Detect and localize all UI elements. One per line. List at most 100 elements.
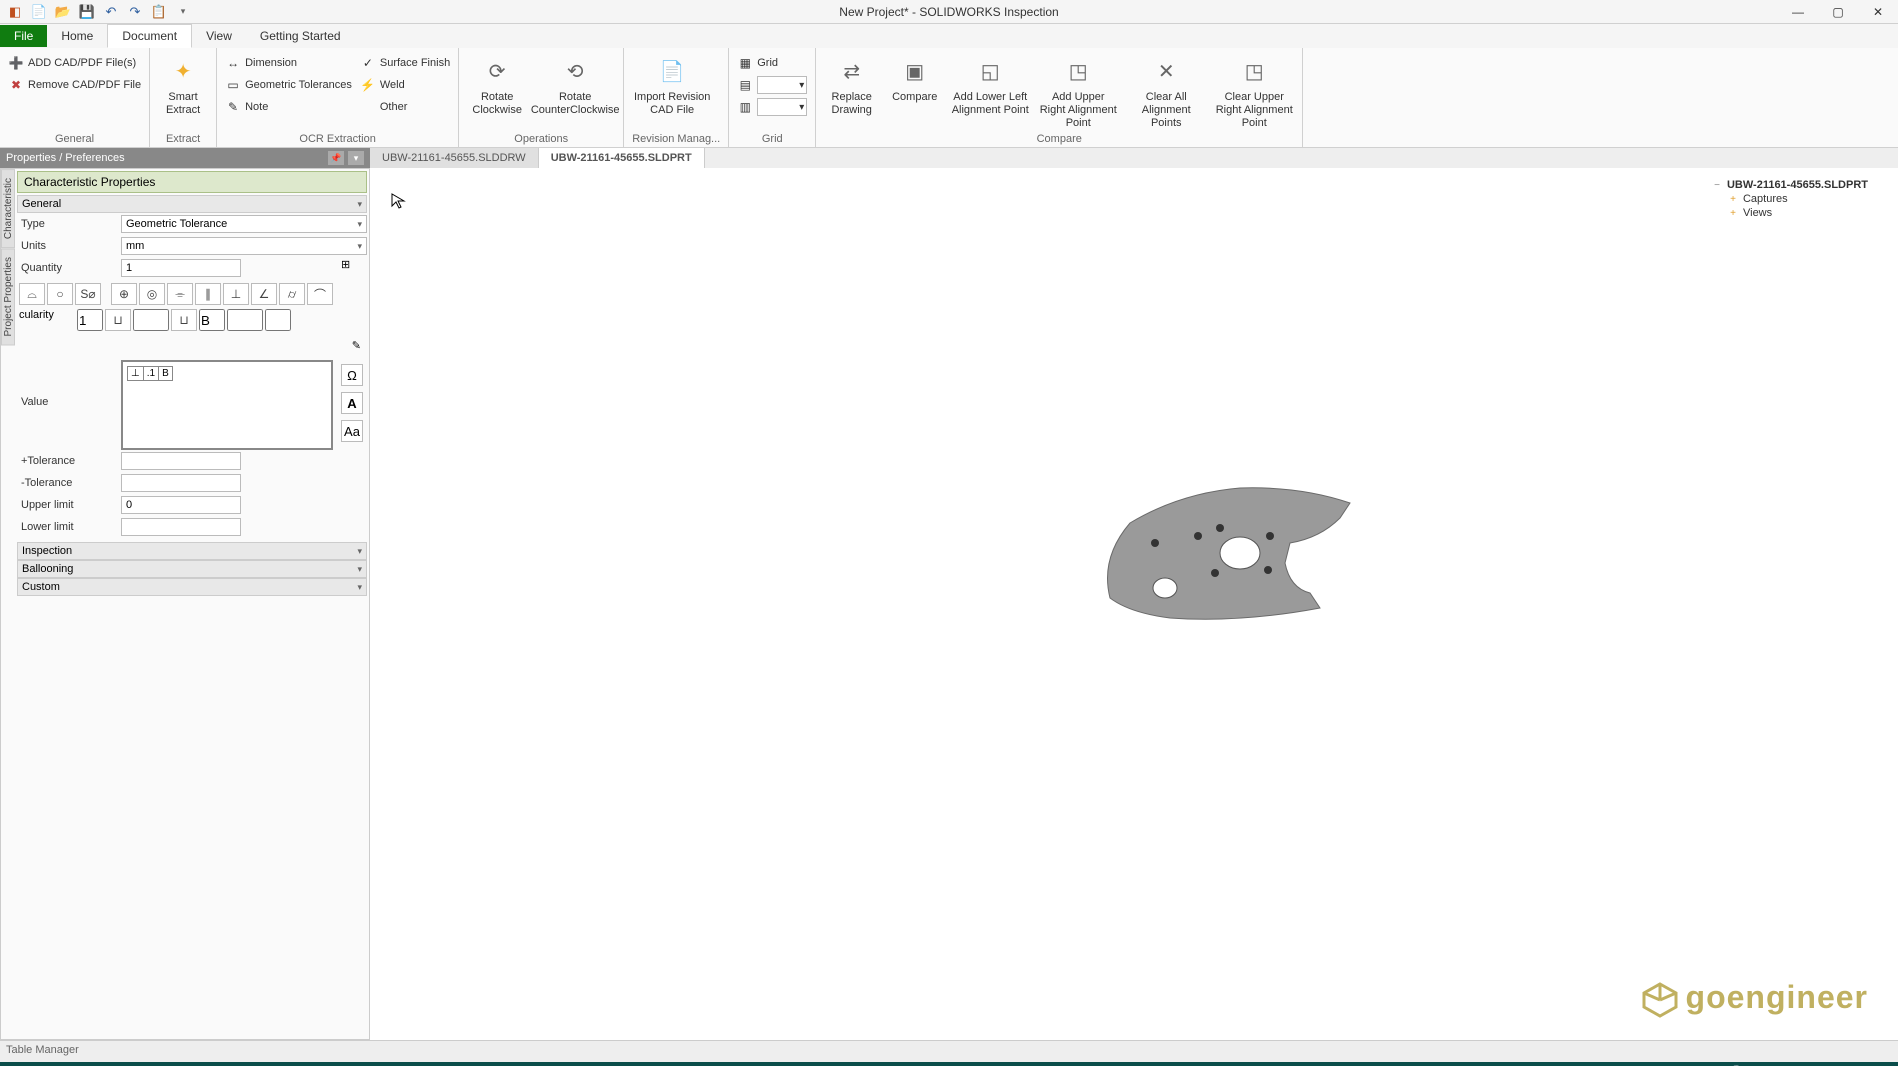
add-file-icon: ➕ — [8, 55, 24, 71]
minus-tol-input[interactable] — [121, 474, 241, 492]
section-custom[interactable]: Custom — [17, 578, 367, 596]
ocr-weld-button[interactable]: ⚡Weld — [360, 75, 450, 95]
table-manager-tab[interactable]: Table Manager — [6, 1044, 79, 1056]
viewport-canvas[interactable]: −UBW-21161-45655.SLDPRT +Captures +Views — [370, 168, 1898, 1040]
ocr-surface-button[interactable]: ✓Surface Finish — [360, 53, 450, 73]
section-inspection[interactable]: Inspection — [17, 542, 367, 560]
doc-tab-1[interactable]: UBW-21161-45655.SLDDRW — [370, 148, 539, 168]
tree-views[interactable]: +Views — [1711, 206, 1868, 220]
dock-pin-icon[interactable]: 📌 — [328, 151, 344, 165]
gdt-circularity-icon[interactable]: ○ — [47, 283, 73, 305]
gdt-symmetry-icon[interactable]: ⌯ — [167, 283, 193, 305]
new-icon[interactable]: 📄 — [30, 3, 48, 21]
close-button[interactable]: ✕ — [1858, 0, 1898, 24]
ocr-other-button[interactable]: Other — [360, 97, 450, 117]
gdt-straightness-icon[interactable]: S⌀ — [75, 283, 101, 305]
redo-icon[interactable]: ↷ — [126, 3, 144, 21]
menu-home[interactable]: Home — [47, 25, 107, 47]
clear-all-button[interactable]: ✕Clear All Alignment Points — [1126, 53, 1206, 131]
tree-captures[interactable]: +Captures — [1711, 192, 1868, 206]
undo-icon[interactable]: ↶ — [102, 3, 120, 21]
qat-dropdown-icon[interactable]: ▾ — [174, 3, 192, 21]
quantity-tool-icon[interactable]: ⊞ — [341, 258, 367, 278]
paste-icon[interactable]: 📋 — [150, 3, 168, 21]
compare-button[interactable]: ▣Compare — [887, 53, 942, 104]
ocr-geotol-button[interactable]: ▭Geometric Tolerances — [225, 75, 352, 95]
plus-tol-label: +Tolerance — [17, 455, 117, 467]
gdt-edit-icon[interactable]: ✎ — [352, 339, 361, 352]
plus-tol-input[interactable] — [121, 452, 241, 470]
menu-view[interactable]: View — [192, 25, 246, 47]
replace-drawing-button[interactable]: ⇄Replace Drawing — [824, 53, 879, 117]
menu-file[interactable]: File — [0, 25, 47, 47]
gdt-datum2-input[interactable] — [199, 309, 225, 331]
doc-tab-2[interactable]: UBW-21161-45655.SLDPRT — [539, 148, 705, 168]
ruler-v-icon: ▥ — [737, 99, 753, 115]
ruler-icon: ▤ — [737, 77, 753, 93]
ribbon-group-ocr: ↔Dimension ▭Geometric Tolerances ✎Note ✓… — [217, 48, 459, 147]
add-ll-button[interactable]: ◱Add Lower Left Alignment Point — [950, 53, 1030, 117]
gdt-position-icon[interactable]: ⊕ — [111, 283, 137, 305]
section-general[interactable]: General — [17, 195, 367, 213]
side-tab-characteristic[interactable]: Characteristic — [1, 169, 15, 248]
lower-limit-input[interactable] — [121, 518, 241, 536]
side-tab-project[interactable]: Project Properties — [1, 248, 15, 345]
gdt-tol-input[interactable] — [77, 309, 103, 331]
add-ur-button[interactable]: ◳Add Upper Right Alignment Point — [1038, 53, 1118, 131]
dock-title: Properties / Preferences — [6, 152, 125, 164]
maximize-button[interactable]: ▢ — [1818, 0, 1858, 24]
menu-document[interactable]: Document — [107, 24, 192, 48]
grid-combo-2[interactable]: ▥▾ — [737, 97, 807, 117]
feature-tree: −UBW-21161-45655.SLDPRT +Captures +Views — [1711, 178, 1868, 220]
gdt-concentric-icon[interactable]: ◎ — [139, 283, 165, 305]
save-icon[interactable]: 💾 — [78, 3, 96, 21]
ribbon-group-compare: ⇄Replace Drawing ▣Compare ◱Add Lower Lef… — [816, 48, 1303, 147]
minimize-button[interactable]: — — [1778, 0, 1818, 24]
clear-ur-icon: ◳ — [1238, 56, 1270, 88]
gdt-profile-icon[interactable]: ⌒ — [307, 283, 333, 305]
gdt-symbol-row: ⌓ ○ S⌀ ⊕ ◎ ⌯ ∥ ⊥ ∠ ⌭ ⌒ — [17, 279, 367, 309]
import-revision-button[interactable]: 📄Import Revision CAD File — [632, 53, 712, 117]
ocr-dimension-button[interactable]: ↔Dimension — [225, 53, 352, 73]
case-icon[interactable]: Aa — [341, 420, 363, 442]
ll-point-icon: ◱ — [974, 56, 1006, 88]
grid-combo-1[interactable]: ▤▾ — [737, 75, 807, 95]
value-textarea[interactable]: ⊥ .1 B — [121, 360, 333, 450]
rotate-cw-button[interactable]: ⟳Rotate Clockwise — [467, 53, 527, 117]
gdt-perpendicular-icon[interactable]: ⊥ — [223, 283, 249, 305]
gdt-datum3-input[interactable] — [227, 309, 263, 331]
rotate-ccw-button[interactable]: ⟲Rotate CounterClockwise — [535, 53, 615, 117]
remove-cad-pdf-button[interactable]: ✖Remove CAD/PDF File — [8, 75, 141, 95]
tree-root[interactable]: −UBW-21161-45655.SLDPRT — [1711, 178, 1868, 192]
clear-ur-button[interactable]: ◳Clear Upper Right Alignment Point — [1214, 53, 1294, 131]
ribbon-group-operations: ⟳Rotate Clockwise ⟲Rotate CounterClockwi… — [459, 48, 624, 147]
gdt-datum4-input[interactable] — [265, 309, 291, 331]
units-dropdown[interactable]: mm — [121, 237, 367, 255]
grid-button[interactable]: ▦Grid — [737, 53, 807, 73]
gdt-type-dropdown[interactable]: cularity — [19, 309, 75, 331]
left-dock: Properties / Preferences 📌 ▾ Characteris… — [0, 148, 370, 1040]
gdt-mod1-icon[interactable]: ⊔ — [105, 309, 131, 331]
window-title: New Project* - SOLIDWORKS Inspection — [839, 5, 1058, 19]
omega-icon[interactable]: Ω — [341, 364, 363, 386]
gdt-flatness-icon[interactable]: ⌓ — [19, 283, 45, 305]
open-icon[interactable]: 📂 — [54, 3, 72, 21]
gdt-mod2-icon[interactable]: ⊔ — [171, 309, 197, 331]
gdt-parallel-icon[interactable]: ∥ — [195, 283, 221, 305]
ocr-note-button[interactable]: ✎Note — [225, 97, 352, 117]
add-cad-pdf-button[interactable]: ➕ADD CAD/PDF File(s) — [8, 53, 141, 73]
gdt-datum1-input[interactable] — [133, 309, 169, 331]
quantity-input[interactable] — [121, 259, 241, 277]
smart-extract-button[interactable]: ✦ Smart Extract — [158, 53, 208, 117]
type-dropdown[interactable]: Geometric Tolerance — [121, 215, 367, 233]
gdt-angularity-icon[interactable]: ∠ — [251, 283, 277, 305]
upper-limit-input[interactable] — [121, 496, 241, 514]
dock-menu-icon[interactable]: ▾ — [348, 151, 364, 165]
section-ballooning[interactable]: Ballooning — [17, 560, 367, 578]
menu-getting-started[interactable]: Getting Started — [246, 25, 355, 47]
upper-limit-label: Upper limit — [17, 499, 117, 511]
dock-title-bar: Properties / Preferences 📌 ▾ — [0, 148, 370, 168]
font-icon[interactable]: A — [341, 392, 363, 414]
gdt-cylindricity-icon[interactable]: ⌭ — [279, 283, 305, 305]
group-label-revision: Revision Manag... — [632, 131, 720, 147]
